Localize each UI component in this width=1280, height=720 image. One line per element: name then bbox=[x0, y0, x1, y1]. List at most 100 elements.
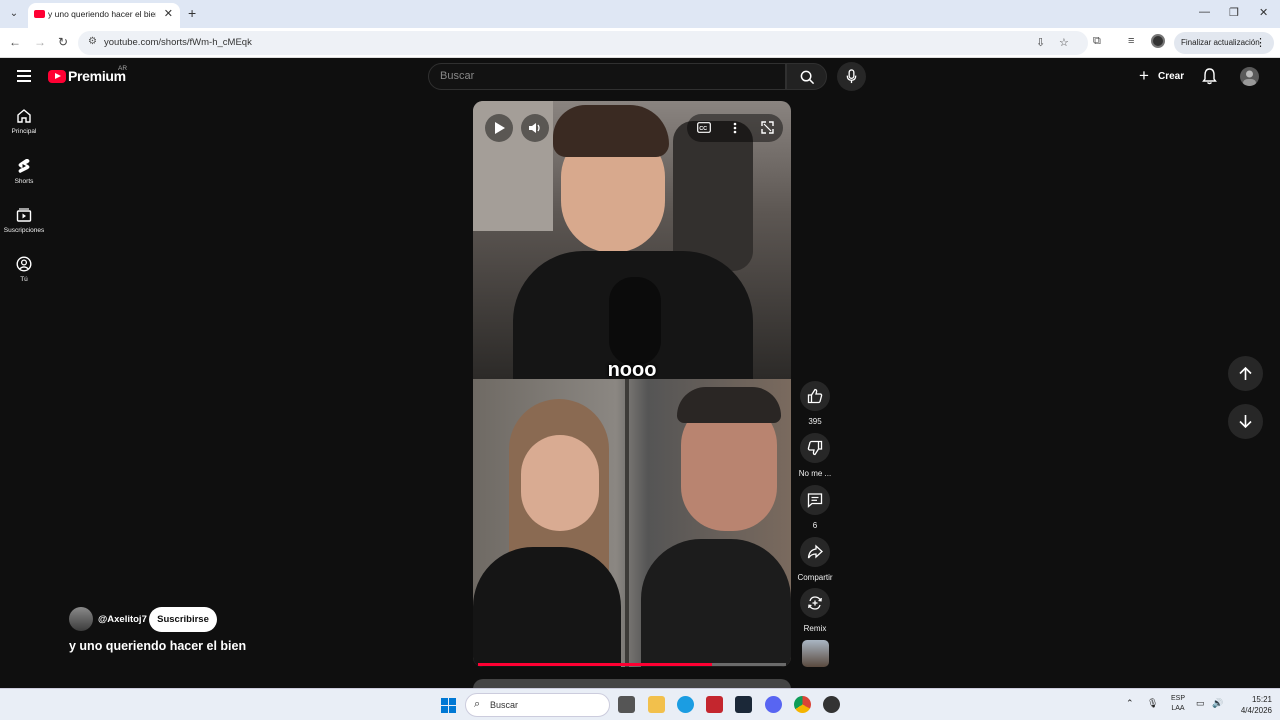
keyboard-layout: LAA bbox=[1171, 705, 1185, 712]
windows-start-icon[interactable] bbox=[441, 698, 456, 713]
speaker-icon[interactable]: 🔊 bbox=[1212, 698, 1223, 709]
comments-button-circle[interactable] bbox=[800, 485, 830, 515]
dislike-button[interactable]: No me ... bbox=[796, 433, 834, 478]
tab-close-icon[interactable]: ✕ bbox=[164, 7, 173, 20]
recording-app-icon[interactable] bbox=[823, 696, 840, 713]
sidebar-item-home[interactable]: Principal bbox=[0, 108, 48, 135]
browser-tab[interactable]: y uno queriendo hacer el bien ✕ bbox=[28, 3, 180, 28]
channel-avatar[interactable] bbox=[69, 607, 93, 631]
show-hidden-icons-icon[interactable]: ⌃ bbox=[1126, 698, 1134, 709]
microphone-icon bbox=[846, 69, 857, 84]
search-button[interactable] bbox=[786, 63, 827, 90]
search-placeholder: Buscar bbox=[440, 70, 475, 82]
sidebar-item-label: Principal bbox=[11, 128, 37, 135]
remix-button-circle[interactable] bbox=[800, 588, 830, 618]
sidebar-item-shorts[interactable]: Shorts bbox=[0, 158, 48, 185]
person-right-shirt bbox=[641, 539, 791, 667]
browser-tab-bar: ⌄ y uno queriendo hacer el bien ✕ + — ❐ … bbox=[0, 0, 1280, 28]
taskbar-search-box[interactable]: ⌕ Buscar bbox=[465, 693, 610, 717]
share-icon bbox=[807, 544, 823, 559]
notifications-bell-icon[interactable] bbox=[1202, 68, 1217, 90]
comments-button[interactable]: 6 bbox=[796, 485, 834, 530]
like-button[interactable]: 395 bbox=[796, 381, 834, 426]
share-label: Compartir bbox=[797, 573, 833, 582]
video-progress-fill bbox=[478, 663, 713, 666]
language-indicator[interactable]: ESP LAA bbox=[1168, 694, 1188, 714]
bookmark-star-icon[interactable]: ☆ bbox=[1059, 36, 1069, 49]
create-label: Crear bbox=[1158, 71, 1185, 82]
forward-icon[interactable]: → bbox=[34, 35, 46, 49]
next-short-button[interactable] bbox=[1228, 404, 1263, 439]
media-controls-icon[interactable]: ≡ bbox=[1128, 35, 1134, 47]
microphone-tray-icon[interactable]: 🎙 bbox=[1147, 698, 1158, 709]
shorts-icon bbox=[18, 159, 30, 173]
file-explorer-icon[interactable] bbox=[648, 696, 665, 713]
search-input[interactable]: Buscar bbox=[428, 63, 786, 90]
discord-icon[interactable] bbox=[765, 696, 782, 713]
remix-button[interactable]: Remix bbox=[796, 588, 834, 633]
home-icon bbox=[17, 109, 31, 123]
acrobat-icon[interactable] bbox=[706, 696, 723, 713]
system-clock[interactable]: 15:21 4/4/2026 bbox=[1230, 694, 1272, 716]
closed-captions-icon[interactable]: CC bbox=[697, 122, 711, 133]
chrome-icon[interactable] bbox=[794, 696, 811, 713]
taskbar-search-icon: ⌕ bbox=[474, 698, 481, 710]
minimize-icon[interactable]: — bbox=[1199, 6, 1210, 18]
video-bottom-frame bbox=[473, 379, 791, 667]
finish-update-button[interactable]: Finalizar actualización ⋮ bbox=[1174, 32, 1274, 54]
volume-button[interactable] bbox=[521, 114, 549, 142]
sidebar-item-subscriptions[interactable]: Suscripciones bbox=[0, 207, 48, 234]
video-caption-text: nooo bbox=[607, 359, 657, 381]
reload-icon[interactable]: ↻ bbox=[58, 35, 68, 49]
url-text[interactable]: youtube.com/shorts/fWm-h_cMEqk bbox=[104, 37, 252, 48]
share-button[interactable]: Compartir bbox=[796, 537, 834, 582]
extensions-icon[interactable]: ⧉ bbox=[1093, 35, 1101, 48]
volume-icon bbox=[529, 123, 540, 133]
search-icon bbox=[800, 70, 815, 85]
edge-browser-icon[interactable] bbox=[677, 696, 694, 713]
new-tab-icon[interactable]: + bbox=[188, 5, 196, 21]
youtube-play-logo-icon bbox=[48, 70, 66, 83]
steam-icon[interactable] bbox=[735, 696, 752, 713]
task-view-icon[interactable] bbox=[618, 696, 635, 713]
language-code: ESP bbox=[1170, 695, 1185, 702]
sidebar-item-label: Shorts bbox=[14, 178, 34, 185]
dislike-button-circle[interactable] bbox=[800, 433, 830, 463]
fullscreen-icon[interactable] bbox=[761, 121, 774, 134]
sidebar-item-you[interactable]: Tú bbox=[0, 256, 48, 283]
subscribe-button[interactable]: Suscribirse bbox=[149, 607, 217, 632]
back-icon[interactable]: ← bbox=[9, 35, 21, 49]
thumbs-down-icon bbox=[807, 440, 823, 456]
window-close-icon[interactable]: ✕ bbox=[1259, 6, 1268, 19]
thumbs-up-icon bbox=[807, 388, 823, 404]
clock-date: 4/4/2026 bbox=[1240, 706, 1272, 715]
shorts-video-player[interactable]: CC nooo bbox=[473, 101, 791, 667]
omnibox[interactable]: ⚙ youtube.com/shorts/fWm-h_cMEqk ⇩ ☆ bbox=[78, 31, 1088, 55]
arrow-down-icon bbox=[1239, 415, 1252, 429]
create-button[interactable]: + Crear bbox=[1136, 66, 1188, 90]
install-app-icon[interactable]: ⇩ bbox=[1036, 36, 1045, 49]
person-right-hair bbox=[677, 387, 781, 423]
audio-source-thumbnail[interactable] bbox=[802, 640, 829, 667]
like-button-circle[interactable] bbox=[800, 381, 830, 411]
menu-icon[interactable] bbox=[17, 70, 31, 85]
voice-search-button[interactable] bbox=[837, 62, 866, 91]
more-options-icon[interactable] bbox=[733, 122, 737, 134]
account-avatar[interactable] bbox=[1240, 67, 1259, 86]
channel-handle[interactable]: @Axelitoj7 bbox=[98, 614, 147, 625]
network-icon[interactable]: ▭ bbox=[1196, 698, 1205, 709]
browser-menu-icon[interactable]: ⋮ bbox=[1255, 36, 1266, 49]
share-button-circle[interactable] bbox=[800, 537, 830, 567]
tab-search-chevron-icon[interactable]: ⌄ bbox=[6, 6, 22, 22]
site-info-icon[interactable]: ⚙ bbox=[88, 36, 97, 47]
comment-count: 6 bbox=[812, 521, 818, 530]
you-icon bbox=[16, 256, 32, 272]
previous-short-button[interactable] bbox=[1228, 356, 1263, 391]
play-button[interactable] bbox=[485, 114, 513, 142]
video-progress-bar[interactable] bbox=[478, 663, 786, 666]
youtube-favicon-icon bbox=[34, 10, 45, 18]
profile-avatar-icon[interactable] bbox=[1151, 34, 1165, 48]
restore-icon[interactable]: ❐ bbox=[1229, 6, 1239, 19]
background-divider bbox=[625, 379, 629, 667]
sidebar-item-label: Tú bbox=[20, 276, 28, 283]
